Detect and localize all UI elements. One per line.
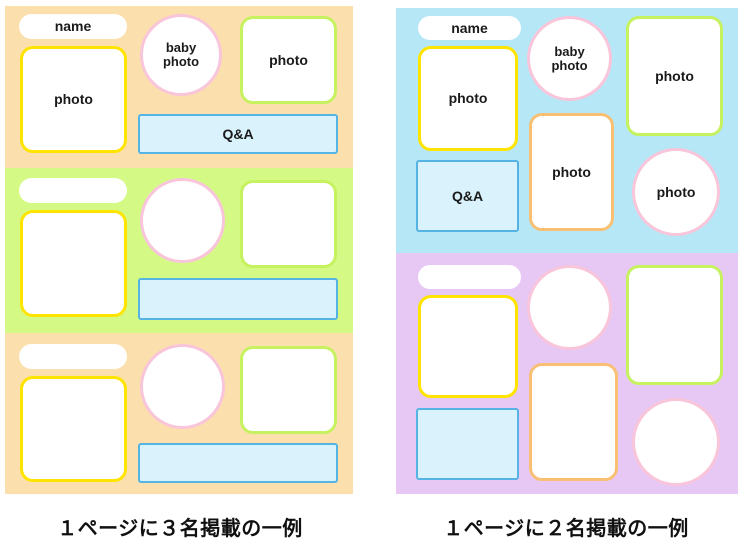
left-section-3: [5, 333, 353, 494]
left-page-layout: name photo baby photo baby photo photo Q…: [5, 6, 353, 494]
photo-box-secondary[interactable]: [240, 346, 337, 434]
qa-box[interactable]: [138, 443, 338, 483]
photo-box-main[interactable]: [20, 376, 127, 482]
baby-photo-circle[interactable]: [140, 344, 225, 429]
photo-box-main[interactable]: photo: [418, 46, 518, 151]
left-caption: １ページに３名掲載の一例: [57, 518, 303, 540]
photo-box-center[interactable]: photo: [529, 113, 614, 231]
name-pill[interactable]: [19, 178, 127, 203]
photo-box-center[interactable]: [529, 363, 618, 481]
photo-box-right[interactable]: [626, 265, 723, 385]
photo-circle-right[interactable]: photo: [632, 148, 720, 236]
right-section-1: name photo Q&A baby photo photo photo ph…: [396, 8, 738, 253]
baby-photo-circle[interactable]: [527, 265, 612, 350]
qa-box[interactable]: [416, 408, 519, 480]
name-pill[interactable]: [418, 265, 521, 289]
photo-box-secondary[interactable]: photo: [240, 16, 337, 104]
qa-box[interactable]: [138, 278, 338, 320]
photo-box-main[interactable]: [418, 295, 518, 398]
name-pill[interactable]: name: [418, 16, 521, 40]
baby-photo-text-line-2: photo: [551, 57, 588, 73]
photo-box-secondary[interactable]: [240, 180, 337, 268]
photo-box-main[interactable]: [20, 210, 127, 317]
right-caption: １ページに２名掲載の一例: [443, 518, 689, 540]
baby-photo-text-line-1: baby: [165, 40, 197, 56]
baby-photo-text-line-2: photo: [162, 54, 200, 69]
qa-box[interactable]: Q&A: [416, 160, 519, 232]
left-section-1: name photo baby photo baby photo photo Q…: [5, 6, 353, 168]
layout-examples-diagram: name photo baby photo baby photo photo Q…: [0, 0, 750, 551]
photo-box-main[interactable]: photo: [20, 46, 127, 153]
baby-photo-text-line-1: baby: [554, 43, 585, 59]
name-pill[interactable]: [19, 344, 127, 369]
name-pill[interactable]: name: [19, 14, 127, 39]
right-section-2: [396, 253, 738, 494]
baby-photo-circle[interactable]: baby photo baby photo: [140, 14, 222, 96]
photo-circle-right[interactable]: [632, 398, 720, 486]
left-section-2: [5, 168, 353, 333]
baby-photo-circle[interactable]: baby photo: [527, 16, 612, 101]
baby-photo-circle[interactable]: [140, 178, 225, 263]
photo-box-right[interactable]: photo: [626, 16, 723, 136]
qa-box[interactable]: Q&A: [138, 114, 338, 154]
right-page-layout: name photo Q&A baby photo photo photo ph…: [396, 8, 738, 494]
